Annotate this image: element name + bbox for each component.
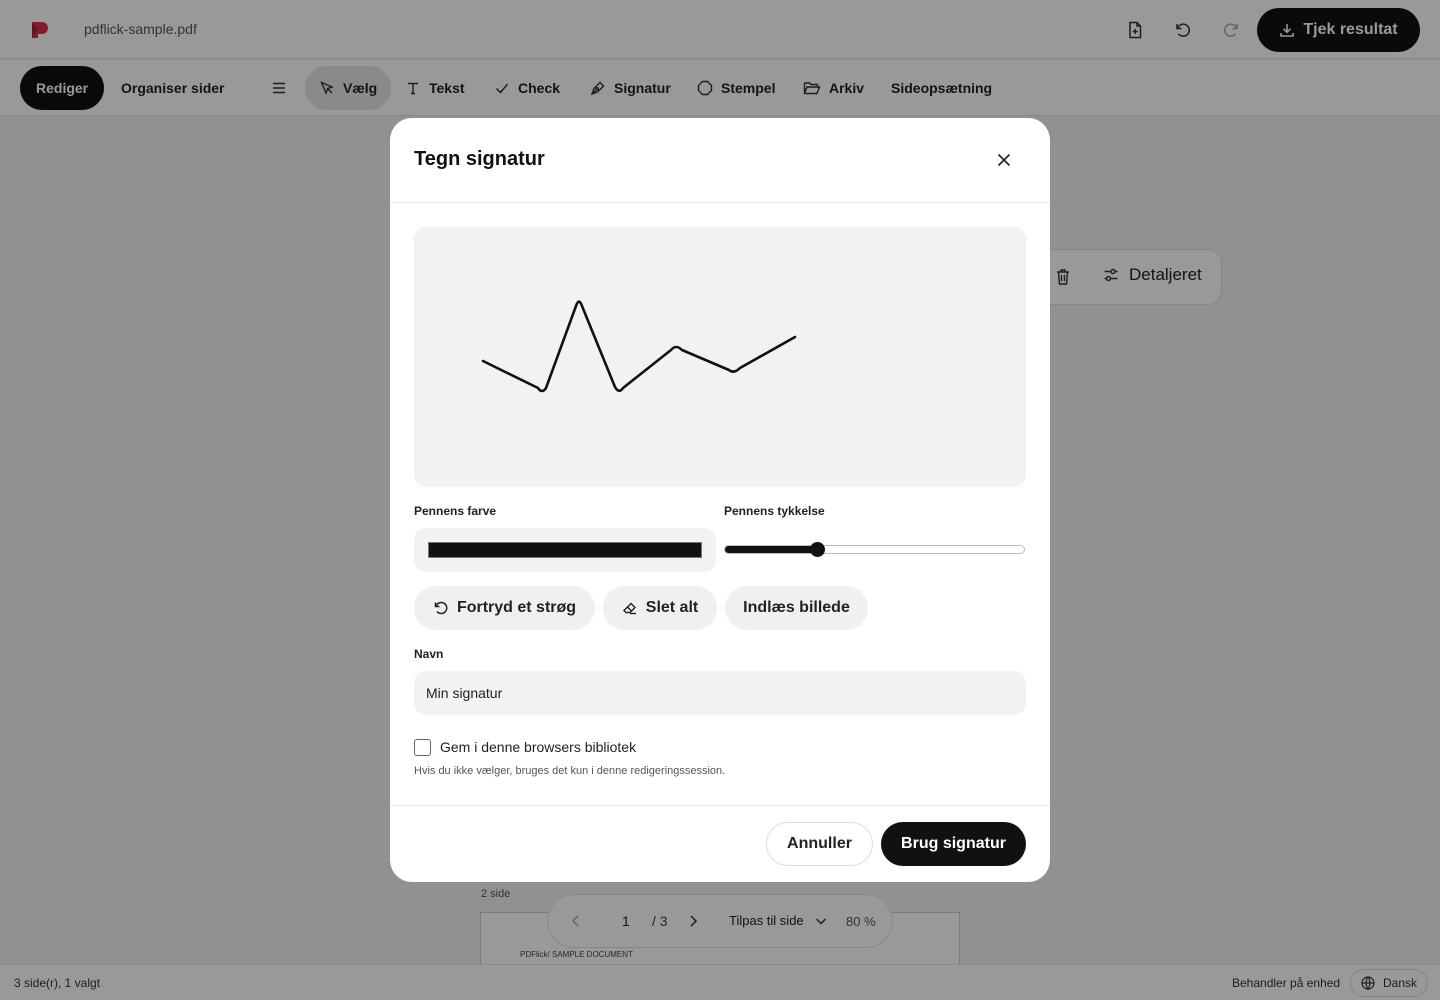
pen-color-swatch [428, 542, 702, 558]
close-button[interactable] [988, 144, 1020, 176]
undo-icon [434, 601, 448, 615]
pen-width-slider-thumb[interactable] [809, 542, 825, 557]
undo-stroke-button[interactable]: Fortryd et strøg [414, 586, 595, 630]
clear-all-button[interactable]: Slet alt [603, 586, 717, 630]
use-signature-label: Brug signatur [901, 835, 1006, 852]
save-to-library-label[interactable]: Gem i denne browsers bibliotek [440, 739, 636, 755]
dialog-header: Tegn signatur [390, 118, 1050, 203]
save-to-library-checkbox[interactable] [414, 739, 431, 756]
pen-color-label: Pennens farve [414, 504, 497, 518]
close-icon [997, 153, 1011, 167]
clear-all-label: Slet alt [645, 599, 699, 616]
cancel-label: Annuller [787, 835, 852, 852]
undo-stroke-label: Fortryd et strøg [456, 599, 577, 616]
signature-stroke [481, 300, 797, 393]
pen-width-slider[interactable] [724, 545, 1025, 554]
use-signature-button[interactable]: Brug signatur [881, 822, 1026, 866]
name-label: Navn [414, 647, 444, 661]
cancel-button[interactable]: Annuller [766, 822, 873, 866]
name-input[interactable] [414, 671, 1026, 715]
pen-width-slider-fill [725, 546, 818, 553]
save-hint: Hvis du ikke vælger, bruges det kun i de… [414, 765, 726, 777]
signature-dialog: Tegn signatur Pennens farve Pennens tykk… [390, 118, 1050, 882]
pen-width-label: Pennens tykkelse [724, 504, 825, 518]
signature-canvas[interactable] [414, 227, 1026, 487]
dialog-footer: Annuller Brug signatur [390, 805, 1050, 882]
pen-color-picker[interactable] [414, 528, 716, 572]
load-image-button[interactable]: Indlæs billede [725, 586, 868, 630]
eraser-icon [622, 602, 636, 615]
load-image-label: Indlæs billede [743, 599, 850, 616]
dialog-title: Tegn signatur [414, 148, 545, 170]
